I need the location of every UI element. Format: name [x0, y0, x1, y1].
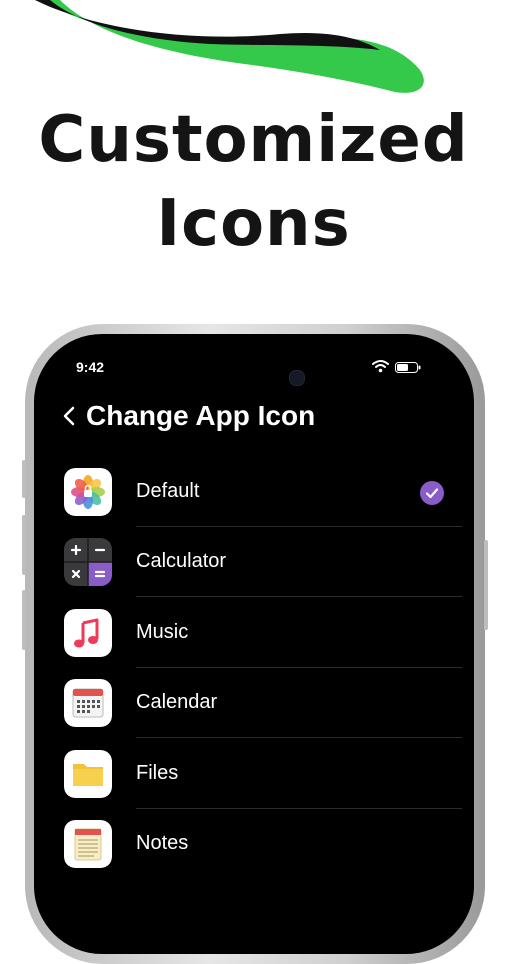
- list-item-label: Default: [136, 480, 200, 502]
- music-icon: [64, 608, 112, 657]
- list-item-calculator[interactable]: Calculator: [64, 534, 464, 604]
- row-divider: [136, 596, 462, 598]
- battery-icon: [395, 362, 421, 373]
- list-item-label: Calculator: [136, 550, 227, 573]
- list-item-label: Calendar: [136, 691, 218, 714]
- list-item-label: Music: [136, 620, 189, 643]
- list-item-files[interactable]: Files: [64, 746, 464, 816]
- list-item-music[interactable]: Music: [64, 605, 464, 675]
- calendar-icon: [64, 679, 112, 728]
- calculator-icon: [64, 538, 112, 587]
- headline-line-1: Customized: [38, 103, 469, 177]
- row-divider: [136, 666, 462, 668]
- status-time: 9:42: [76, 359, 105, 375]
- list-item-notes[interactable]: Notes: [64, 816, 464, 886]
- phone-volume-button: [22, 460, 26, 498]
- wifi-icon: [372, 360, 389, 373]
- list-item-label: Files: [136, 761, 179, 784]
- phone-volume-button: [22, 515, 26, 575]
- icon-options-list: Default Calculator Music Calendar Files …: [64, 464, 464, 886]
- notes-icon: [64, 819, 112, 868]
- headline-line-2: Icons: [156, 187, 351, 261]
- photos-icon: [64, 468, 112, 516]
- list-item-calendar[interactable]: Calendar: [64, 675, 464, 745]
- checkmark-icon: [420, 481, 444, 505]
- list-item-default[interactable]: Default: [64, 464, 464, 534]
- row-divider: [136, 737, 462, 739]
- row-divider: [136, 526, 462, 527]
- nav-bar: Change App Icon: [62, 396, 315, 436]
- swoosh-decoration: [35, 0, 424, 93]
- page-title: Change App Icon: [86, 400, 316, 431]
- row-divider: [136, 807, 462, 809]
- phone-volume-button: [22, 590, 26, 650]
- phone-power-button: [484, 540, 488, 630]
- chevron-left-icon[interactable]: [62, 405, 76, 427]
- files-icon: [64, 749, 112, 798]
- list-item-label: Notes: [136, 831, 189, 854]
- front-camera: [289, 370, 305, 386]
- phone-screen: 9:42 Change App Icon Default Calculator …: [34, 334, 474, 954]
